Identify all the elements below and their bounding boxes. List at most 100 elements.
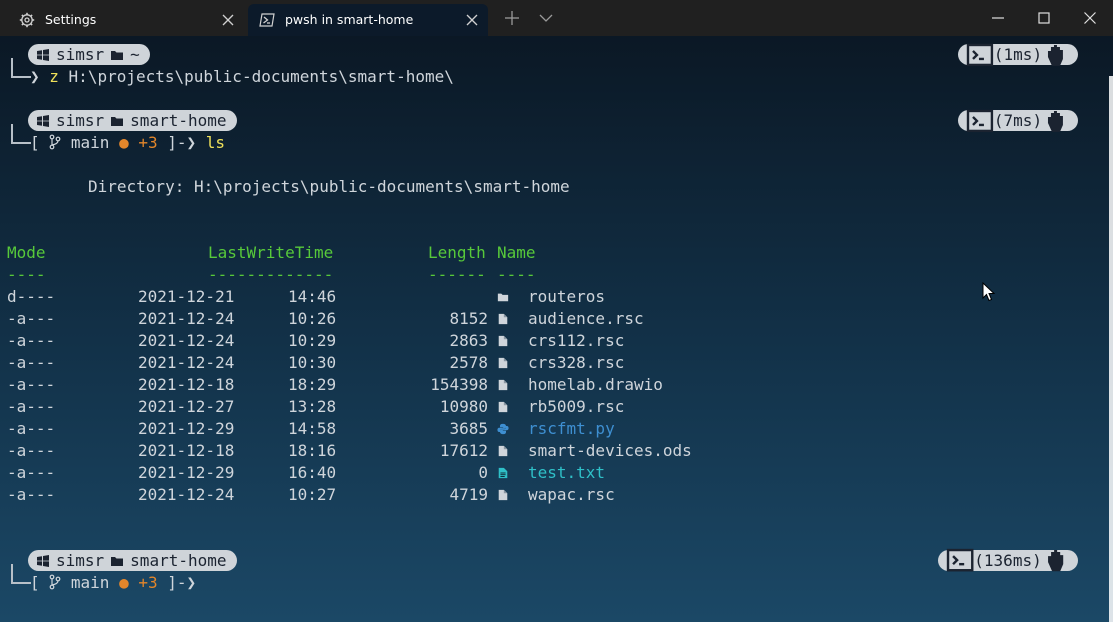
prompt-command-line[interactable]: [ main ● +3 ]-❯: [30, 572, 196, 594]
prompt-connector: [11, 58, 31, 78]
prompt-user-pill: simsr smart-home: [28, 550, 237, 571]
cell-date: 2021-12-24: [138, 485, 235, 504]
tab-label: pwsh in smart-home: [285, 12, 414, 27]
prompt-command-line: ❯ z H:\projects\public-documents\smart-h…: [30, 66, 454, 88]
cell-time: 16:40: [288, 463, 337, 482]
prompt-timer-pill: (136ms): [938, 549, 1078, 572]
cell-mode: -a---: [7, 397, 56, 416]
prompt-arrow: ❯: [30, 67, 50, 86]
cell-mode: -a---: [7, 353, 56, 372]
header-name: Name: [497, 243, 536, 262]
cell-length: 10980: [439, 397, 488, 416]
hand-icon: [1047, 550, 1063, 572]
cell-name: smart-devices.ods: [528, 441, 692, 460]
cell-mode: d----: [7, 287, 56, 306]
file-icon: [498, 445, 508, 457]
cell-date: 2021-12-24: [138, 309, 235, 328]
cell-length: 4719: [449, 485, 488, 504]
windows-icon: [37, 48, 49, 61]
terminal-icon: [946, 549, 974, 572]
cell-date: 2021-12-21: [138, 287, 235, 306]
header-lastwritetime: LastWriteTime: [208, 243, 334, 262]
cell-time: 13:28: [288, 397, 337, 416]
underline-mode: ----: [7, 265, 46, 284]
prompt-duration: (136ms): [974, 550, 1042, 570]
cell-time: 14:58: [288, 419, 337, 438]
folder-icon: [111, 556, 124, 566]
prompt-user-pill: simsr ~: [28, 44, 150, 65]
terminal-pane[interactable]: simsr ~ (1ms) ❯ z H:\projects\public-doc…: [0, 36, 1113, 622]
cell-mode: -a---: [7, 331, 56, 350]
underline-lastwritetime: -------------: [208, 265, 334, 284]
prompt-user-pill: simsr smart-home: [28, 110, 237, 131]
command-name: ls: [205, 133, 226, 152]
cell-time: 18:16: [288, 441, 337, 460]
cell-date: 2021-12-27: [138, 397, 235, 416]
underline-length: ------: [428, 265, 486, 284]
prompt-connector: [11, 124, 31, 144]
cell-time: 10:30: [288, 353, 337, 372]
cell-mode: -a---: [7, 485, 56, 504]
cell-time: 10:27: [288, 485, 337, 504]
cell-date: 2021-12-29: [138, 463, 235, 482]
tab-label: Settings: [45, 12, 97, 27]
scrollbar[interactable]: [1109, 76, 1113, 622]
prompt-duration: (7ms): [993, 110, 1043, 130]
command-argument: H:\projects\public-documents\smart-home\: [68, 67, 454, 86]
prompt-user: simsr: [56, 110, 105, 130]
powershell-icon: [259, 13, 275, 27]
prompt-dir: smart-home: [130, 550, 227, 570]
prompt-user: simsr: [56, 550, 105, 570]
header-length: Length: [428, 243, 486, 262]
close-window-icon[interactable]: [1078, 6, 1102, 30]
cell-time: 14:46: [288, 287, 337, 306]
prompt-timer-pill: (1ms): [958, 43, 1078, 66]
chevron-down-icon[interactable]: [536, 8, 556, 28]
header-mode: Mode: [7, 243, 46, 262]
command-name: z: [49, 67, 59, 86]
cell-name: crs112.rsc: [528, 331, 625, 350]
folder-icon: [111, 50, 124, 60]
git-branch-icon: [49, 134, 61, 150]
mouse-cursor-icon: [982, 282, 996, 302]
cell-length: 2863: [449, 331, 488, 350]
windows-icon: [37, 554, 49, 567]
tab-pwsh[interactable]: pwsh in smart-home: [248, 4, 488, 36]
hand-icon: [1048, 110, 1064, 132]
terminal-icon: [966, 109, 994, 132]
close-icon[interactable]: [220, 12, 236, 28]
prompt-duration: (1ms): [993, 44, 1043, 64]
cell-mode: -a---: [7, 419, 56, 438]
cell-name: rb5009.rsc: [528, 397, 625, 416]
cell-time: 18:29: [288, 375, 337, 394]
title-bar: Settings pwsh in smart-home: [0, 0, 1113, 36]
file-icon: [498, 489, 508, 501]
git-branch: main: [70, 133, 110, 152]
prompt-user: simsr: [56, 44, 105, 64]
git-changes: +3: [138, 133, 158, 152]
prompt-timer-pill: (7ms): [958, 109, 1078, 132]
git-dirty-indicator: ●: [119, 573, 129, 592]
file-icon: [498, 379, 508, 391]
tab-settings[interactable]: Settings: [8, 4, 244, 36]
new-tab-plus-icon[interactable]: [502, 8, 522, 28]
close-icon[interactable]: [464, 12, 480, 28]
cell-name: homelab.drawio: [528, 375, 663, 394]
cell-time: 10:29: [288, 331, 337, 350]
cell-length: 17612: [439, 441, 488, 460]
cell-mode: -a---: [7, 309, 56, 328]
text-file-icon: [498, 467, 508, 479]
cell-mode: -a---: [7, 463, 56, 482]
cell-mode: -a---: [7, 441, 56, 460]
cell-length: 0: [478, 463, 488, 482]
cell-name: routeros: [528, 287, 606, 306]
git-branch-icon: [49, 574, 61, 590]
underline-name: ----: [497, 265, 536, 284]
maximize-icon[interactable]: [1032, 6, 1056, 30]
folder-icon: [497, 293, 509, 302]
gear-icon: [19, 12, 35, 28]
minimize-icon[interactable]: [986, 6, 1010, 30]
folder-icon: [111, 116, 124, 126]
cell-time: 10:26: [288, 309, 337, 328]
git-dirty-indicator: ●: [119, 133, 129, 152]
